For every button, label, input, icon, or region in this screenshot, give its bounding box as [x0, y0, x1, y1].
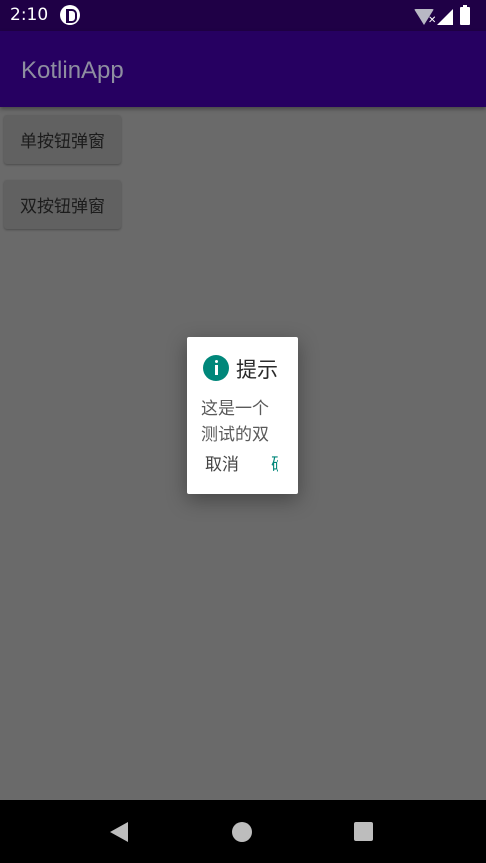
dialog-message: 这是一个测试的双 [201, 399, 269, 445]
navigation-bar [0, 800, 486, 863]
home-icon[interactable] [232, 822, 252, 842]
status-time: 2:10 [10, 5, 49, 25]
cell-signal-icon [437, 9, 453, 25]
app-bar: KotlinApp [0, 31, 486, 107]
single-button-dialog-button[interactable]: 单按钮弹窗 [4, 115, 121, 164]
app-title: KotlinApp [21, 57, 124, 84]
dialog-title: 提示 [236, 358, 278, 382]
back-icon[interactable] [110, 822, 128, 842]
recents-icon[interactable] [354, 822, 373, 841]
info-icon [203, 355, 229, 381]
dialog-confirm-button[interactable]: 确 [271, 450, 278, 475]
app-notification-icon [60, 5, 80, 25]
dialog-cancel-button[interactable]: 取消 [205, 450, 239, 475]
alert-dialog: 提示 这是一个测试的双 取消 确 [187, 337, 298, 494]
battery-icon [460, 5, 470, 25]
status-icons: ✕ [414, 5, 476, 27]
status-bar: 2:10 ✕ [0, 0, 486, 31]
wifi-x-icon: ✕ [428, 15, 437, 26]
double-button-dialog-button[interactable]: 双按钮弹窗 [4, 180, 121, 229]
